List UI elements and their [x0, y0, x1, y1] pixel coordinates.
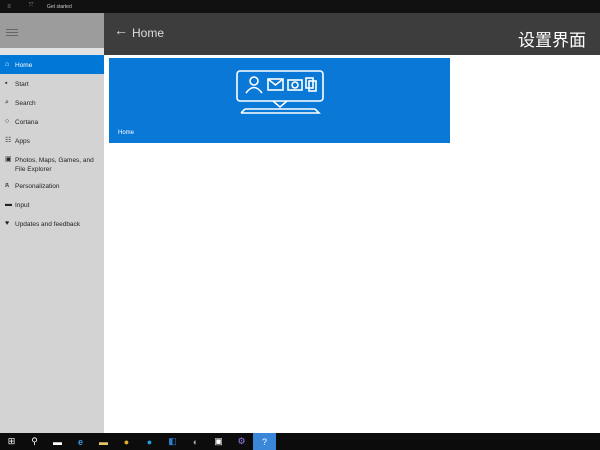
home-tile[interactable]: Home — [109, 58, 450, 143]
sidebar-item-apps[interactable]: ☷ Apps — [0, 131, 104, 150]
fullscreen-icon[interactable]: ⤧ — [26, 3, 36, 10]
sidebar-item-label: Start — [15, 81, 29, 88]
sidebar-item-label: Input — [15, 202, 30, 209]
sidebar-item-photos-maps-games[interactable]: ▣ Photos, Maps, Games, and File Explorer — [0, 150, 104, 176]
window-title: Get started — [47, 3, 72, 10]
menu-icon[interactable]: ≡ — [4, 4, 14, 10]
sidebar-item-label: Photos, Maps, Games, and File Explorer — [15, 156, 94, 174]
feedback-icon: ♥ — [5, 220, 10, 227]
windows-start-icon[interactable]: ⊞ — [0, 433, 23, 450]
task-view-icon[interactable]: ▬ — [46, 433, 69, 450]
page-header: ← Home 设置界面 — [104, 13, 600, 51]
apps-icon: ☷ — [5, 137, 12, 144]
search-icon: ⌕ — [5, 99, 9, 106]
store-icon[interactable]: ▣ — [207, 433, 230, 450]
taskbar: ⊞ ⚲ ▬ e ▬ ● ● ◧ ◐ ▣ ⚙ ? — [0, 433, 600, 450]
sidebar-item-home[interactable]: ⌂ Home — [0, 55, 104, 74]
back-arrow-icon[interactable]: ← — [114, 22, 128, 38]
start-icon: ▪ — [5, 80, 8, 87]
sidebar-item-label: Personalization — [15, 183, 60, 190]
home-icon: ⌂ — [5, 61, 10, 68]
title-bar: ≡ ⤧ Get started — [0, 0, 600, 13]
sidebar-item-label: Cortana — [15, 119, 39, 126]
chrome-icon[interactable]: ● — [115, 433, 138, 450]
get-started-icon[interactable]: ? — [253, 433, 276, 450]
sidebar-item-label: Search — [15, 100, 36, 107]
file-explorer-icon[interactable]: ▬ — [92, 433, 115, 450]
visual-studio-icon[interactable]: ◧ — [161, 433, 184, 450]
sidebar-item-updates-feedback[interactable]: ♥ Updates and feedback — [0, 214, 104, 233]
sidebar-item-label: Updates and feedback — [15, 221, 81, 228]
person-icon: ጸ — [5, 182, 10, 189]
home-illustration-icon — [236, 70, 324, 114]
nav-header — [0, 13, 104, 48]
label-line-1: Photos, Maps, Games, and — [15, 157, 94, 164]
header-strip — [104, 48, 600, 55]
sidebar-item-cortana[interactable]: ○ Cortana — [0, 112, 104, 131]
sidebar: ⌂ Home ▪ Start ⌕ Search ○ Cortana ☷ Apps ▣ Pho… — [0, 48, 104, 433]
sidebar-item-label: Apps — [15, 138, 30, 145]
skype-icon[interactable]: ● — [138, 433, 161, 450]
hamburger-icon[interactable] — [6, 29, 18, 36]
keyboard-icon: ▬ — [5, 201, 12, 208]
sidebar-item-label: Home — [15, 62, 33, 69]
sidebar-item-personalization[interactable]: ጸ Personalization — [0, 176, 104, 195]
app-icon[interactable]: ◐ — [184, 433, 207, 450]
tile-label: Home — [118, 130, 135, 136]
sidebar-strip — [0, 48, 104, 55]
page-title: Home — [132, 26, 165, 40]
sidebar-item-start[interactable]: ▪ Start — [0, 74, 104, 93]
sidebar-item-input[interactable]: ▬ Input — [0, 195, 104, 214]
edge-icon[interactable]: e — [69, 433, 92, 450]
cortana-icon: ○ — [5, 118, 10, 125]
label-line-2: File Explorer — [15, 166, 52, 173]
search-icon[interactable]: ⚲ — [23, 433, 46, 450]
sidebar-item-search[interactable]: ⌕ Search — [0, 93, 104, 112]
photos-icon: ▣ — [5, 156, 12, 163]
settings-gear-icon[interactable]: ⚙ — [230, 433, 253, 450]
